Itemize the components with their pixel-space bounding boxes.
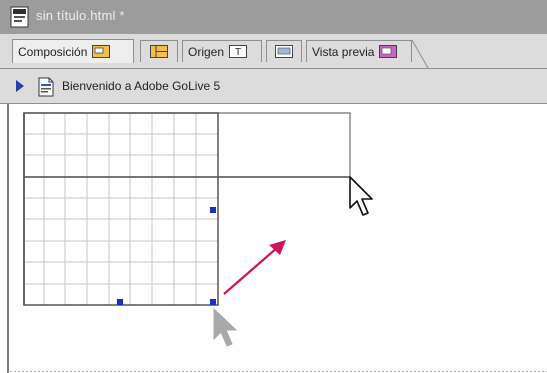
layout-canvas[interactable] bbox=[0, 104, 547, 373]
tab-outline-editor[interactable] bbox=[266, 40, 302, 62]
tab-bar-end bbox=[411, 40, 429, 68]
preview-icon bbox=[379, 45, 398, 58]
left-edge bbox=[7, 104, 9, 373]
svg-text:T: T bbox=[235, 47, 241, 58]
document-icon bbox=[38, 77, 54, 97]
tab-composicion[interactable]: Composición bbox=[12, 39, 134, 63]
expand-triangle-icon[interactable] bbox=[16, 80, 24, 92]
tab-label: Origen bbox=[188, 44, 225, 59]
layout-icon bbox=[92, 45, 111, 58]
view-tab-bar: Composición Origen T Vista previa bbox=[0, 34, 547, 69]
tab-label: Vista previa bbox=[312, 44, 375, 59]
page-title: Bienvenido a Adobe GoLive 5 bbox=[62, 79, 221, 93]
frame-icon bbox=[150, 45, 168, 58]
window-title: sin título.html * bbox=[36, 8, 125, 23]
tab-frame-editor[interactable] bbox=[140, 40, 178, 62]
document-window: sin título.html * Composición Origen T V… bbox=[0, 0, 547, 373]
bottom-edge bbox=[10, 371, 547, 372]
breadcrumb-bar: Bienvenido a Adobe GoLive 5 bbox=[0, 69, 547, 104]
title-bar[interactable]: sin título.html * bbox=[0, 0, 547, 35]
tab-vista-previa[interactable]: Vista previa bbox=[306, 40, 412, 62]
html-file-icon bbox=[10, 6, 29, 28]
tab-origen[interactable]: Origen T bbox=[182, 40, 262, 62]
tab-label: Composición bbox=[18, 44, 88, 59]
outline-icon bbox=[275, 45, 293, 58]
source-icon: T bbox=[229, 45, 248, 58]
